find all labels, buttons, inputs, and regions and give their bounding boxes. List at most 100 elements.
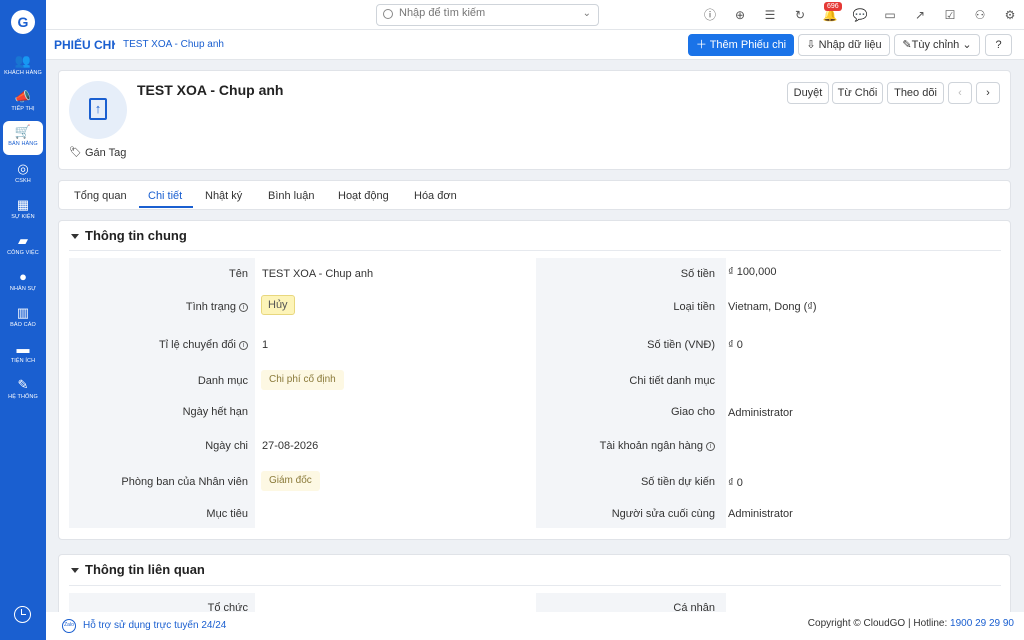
help-icon: ?: [995, 39, 1002, 51]
sidebar-item-hr[interactable]: ● NHÂN SỰ: [3, 266, 43, 300]
upload-icon: ↑: [89, 98, 107, 120]
chevron-right-icon: ›: [986, 87, 990, 99]
divider: [69, 585, 1001, 586]
category-tag[interactable]: Chi phí cố định: [261, 370, 344, 390]
field-value[interactable]: 1: [262, 339, 268, 351]
field-label: Số tiền (VNĐ): [647, 339, 715, 351]
briefcase-icon: ▰: [18, 233, 28, 248]
avatar[interactable]: ↑: [69, 81, 127, 139]
caret-down-icon: [71, 234, 79, 240]
next-record-button[interactable]: ›: [976, 82, 1000, 104]
field-value[interactable]: ₫ 100,000: [728, 266, 776, 278]
sidebar-item-label: HỆ THỐNG: [8, 394, 38, 400]
sidebar-item-events[interactable]: ▦ SỰ KIỆN: [3, 194, 43, 228]
field-value[interactable]: ₫ 0: [728, 477, 743, 489]
department-tag[interactable]: Giám đốc: [261, 471, 320, 491]
sidebar-item-reports[interactable]: ▥ BÁO CÁO: [3, 302, 43, 336]
sidebar-item-utilities[interactable]: ▬ TIỆN ÍCH: [3, 338, 43, 372]
sidebar-item-sales[interactable]: 🛒 BÁN HÀNG: [3, 121, 43, 155]
list-icon[interactable]: ☰: [762, 7, 778, 23]
customize-button-label: Tùy chỉnh: [911, 39, 960, 51]
tab-log[interactable]: Nhật ký: [205, 190, 242, 202]
sidebar-item-tasks[interactable]: ▰ CÔNG VIỆC: [3, 230, 43, 264]
field-label: Tài khoản ngân hàng i: [600, 440, 715, 452]
chevron-right-icon: ›: [112, 38, 116, 50]
report-icon: ▥: [16, 305, 30, 320]
tab-activities[interactable]: Hoạt động: [338, 190, 389, 202]
sidebar-item-label: BÁN HÀNG: [8, 141, 38, 147]
search-box[interactable]: ⌄: [376, 4, 599, 26]
info-icon[interactable]: ⓘ: [702, 7, 718, 23]
add-tag-link[interactable]: Gán Tag: [85, 147, 126, 159]
chart-icon[interactable]: ↗: [912, 7, 928, 23]
sidebar: G 👥 KHÁCH HÀNG 📣 TIẾP THỊ 🛒 BÁN HÀNG ◎ CSKH …: [0, 0, 46, 640]
calendar-icon[interactable]: ▭: [882, 7, 898, 23]
field-label: Số tiền dự kiến: [640, 476, 715, 488]
chat-icon[interactable]: 💬: [852, 7, 868, 23]
refresh-icon[interactable]: ↻: [792, 7, 808, 23]
sidebar-item-customers[interactable]: 👥 KHÁCH HÀNG: [3, 50, 43, 84]
status-badge[interactable]: Hủy: [261, 295, 295, 315]
breadcrumb-bar: PHIẾU CHI › TEST XOA - Chup anh ＋ Thêm P…: [46, 30, 1024, 60]
sidebar-item-label: KHÁCH HÀNG: [4, 70, 42, 76]
field-value[interactable]: Administrator: [728, 407, 793, 419]
tab-overview[interactable]: Tổng quan: [74, 190, 127, 202]
info-icon: i: [239, 302, 248, 312]
add-expense-button[interactable]: ＋ Thêm Phiếu chi: [688, 34, 794, 56]
tab-details[interactable]: Chi tiết: [148, 190, 182, 202]
approve-button[interactable]: Duyệt: [787, 82, 829, 104]
toolbox-icon: ▬: [16, 341, 30, 356]
breadcrumb-module[interactable]: PHIẾU CHI: [54, 38, 115, 52]
info-icon: i: [706, 441, 715, 451]
record-header: ↑ TEST XOA - Chup anh 🏷 Gán Tag Duyệt Từ…: [58, 70, 1011, 170]
plus-icon: ＋: [695, 39, 710, 51]
add-icon[interactable]: ⊕: [732, 7, 748, 23]
field-label: Giao cho: [670, 406, 715, 418]
sidebar-item-label: CSKH: [15, 178, 31, 184]
app-logo[interactable]: G: [11, 10, 35, 34]
tab-comments[interactable]: Bình luận: [268, 190, 314, 202]
section-header[interactable]: Thông tin chung: [71, 228, 187, 243]
import-button[interactable]: ⇩ Nhập dữ liệu: [798, 34, 890, 56]
field-value[interactable]: TEST XOA - Chup anh: [262, 268, 373, 280]
section-title: Thông tin liên quan: [85, 562, 205, 577]
zalo-icon[interactable]: Zalo: [62, 619, 76, 633]
field-value[interactable]: Administrator: [728, 508, 793, 520]
import-button-label: Nhập dữ liệu: [818, 39, 882, 51]
field-label: Phòng ban của Nhân viên: [121, 476, 248, 488]
prev-record-button[interactable]: ‹: [948, 82, 972, 104]
chevron-down-icon: ⌄: [959, 39, 972, 51]
chevron-down-icon[interactable]: ⌄: [583, 8, 591, 19]
hotline-number[interactable]: 1900 29 29 90: [950, 618, 1014, 629]
breadcrumb-record[interactable]: TEST XOA - Chup anh: [123, 39, 224, 50]
section-header[interactable]: Thông tin liên quan: [71, 562, 205, 577]
sidebar-item-label: CÔNG VIỆC: [7, 250, 39, 256]
top-bar: ⌄ ⓘ ⊕ ☰ ↻ 🔔 696 💬 ▭ ↗ ☑ ⚇ ⚙: [46, 0, 1024, 30]
reject-button[interactable]: Từ Chối: [832, 82, 883, 104]
history-icon[interactable]: [14, 606, 31, 623]
import-icon: ⇩: [806, 39, 819, 51]
field-label: Chi tiết danh mục: [629, 375, 715, 387]
tab-invoices[interactable]: Hóa đơn: [414, 190, 457, 202]
sidebar-item-system[interactable]: ✎ HỆ THỐNG: [3, 374, 43, 408]
sidebar-item-support[interactable]: ◎ CSKH: [3, 158, 43, 192]
field-value[interactable]: 27-08-2026: [262, 440, 318, 452]
copyright: Copyright © CloudGO | Hotline: 1900 29 2…: [808, 618, 1014, 629]
online-help-link[interactable]: Hỗ trợ sử dụng trực tuyến 24/24: [83, 620, 226, 631]
search-input[interactable]: [399, 7, 569, 19]
settings-icon[interactable]: ⚙: [1002, 7, 1018, 23]
checkbox-icon[interactable]: ☑: [942, 7, 958, 23]
tag-icon[interactable]: 🏷: [69, 147, 82, 158]
user-icon[interactable]: ⚇: [972, 7, 988, 23]
person-icon: ●: [19, 269, 27, 284]
customize-button[interactable]: ✎Tùy chỉnh ⌄: [894, 34, 980, 56]
chevron-left-icon: ‹: [958, 87, 962, 99]
pencil-icon: ✎: [902, 39, 912, 51]
follow-button[interactable]: Theo dõi: [887, 82, 944, 104]
field-value[interactable]: ₫ 0: [728, 339, 743, 351]
sidebar-item-marketing[interactable]: 📣 TIẾP THỊ: [3, 86, 43, 120]
caret-down-icon: [71, 568, 79, 574]
help-button[interactable]: ?: [985, 34, 1012, 56]
field-value[interactable]: Vietnam, Dong (₫): [728, 301, 817, 313]
notification-badge: 696: [824, 2, 842, 11]
